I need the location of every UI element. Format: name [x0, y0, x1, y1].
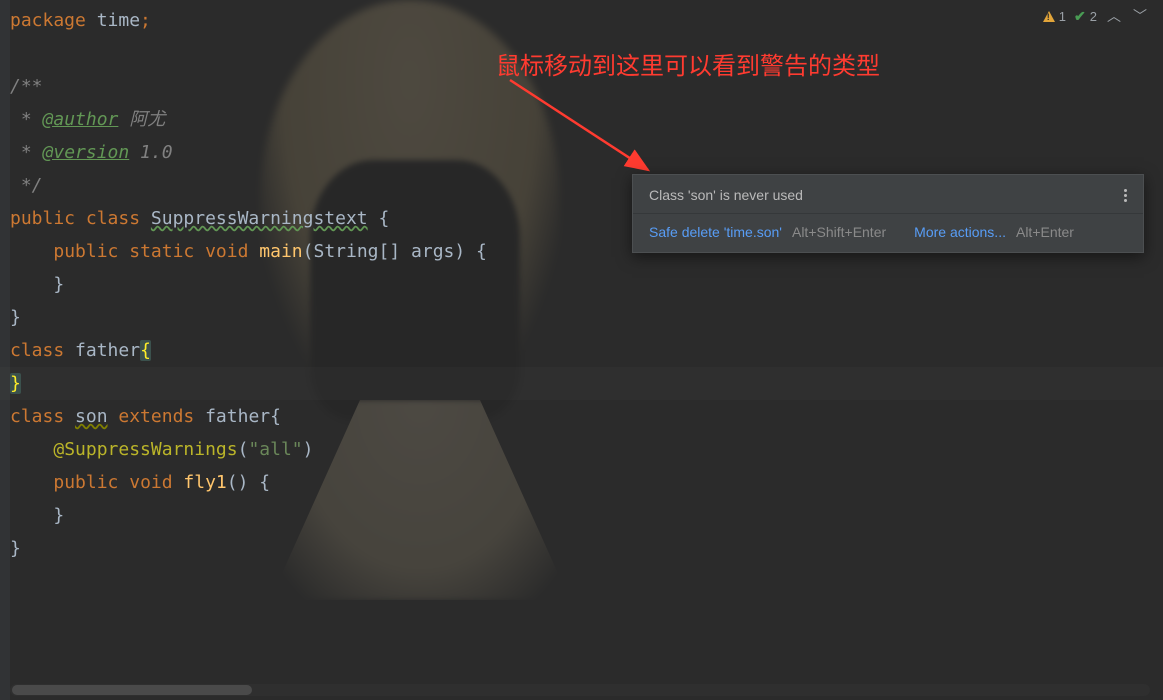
intention-popup: Class 'son' is never used Safe delete 't… — [632, 174, 1144, 253]
javadoc-star: * — [10, 142, 43, 163]
string-all: "all" — [248, 439, 302, 460]
javadoc-star: * — [10, 109, 43, 130]
annotation-arrow — [500, 74, 700, 184]
inspections-widget[interactable]: 1 ✔ 2 ︿ ﹀ — [1043, 6, 1149, 26]
javadoc-version-value: 1.0 — [129, 142, 172, 163]
popup-more-icon[interactable] — [1124, 189, 1127, 202]
keyword-package: package — [10, 10, 86, 31]
open-brace: { — [378, 208, 389, 229]
keyword-class: class — [10, 406, 75, 427]
type-string: String — [313, 241, 378, 262]
close-brace-line: } — [10, 505, 64, 526]
more-actions-shortcut: Alt+Enter — [1016, 224, 1074, 240]
keyword-public: public — [53, 241, 118, 262]
class-name-father: father — [75, 340, 140, 361]
javadoc-close: */ — [10, 175, 43, 196]
next-highlight-button[interactable]: ﹀ — [1131, 6, 1149, 26]
javadoc-author-value: 阿尤 — [118, 109, 165, 130]
editor-gutter — [0, 0, 10, 700]
safe-delete-action[interactable]: Safe delete 'time.son' — [649, 224, 782, 240]
class-name-son: son — [75, 406, 108, 427]
javadoc-author-tag: @author — [43, 109, 119, 130]
keyword-void: void — [194, 241, 259, 262]
class-name-main: SuppressWarningstext — [151, 208, 368, 229]
open-brace: { — [270, 406, 281, 427]
ok-indicator[interactable]: ✔ 2 — [1074, 8, 1097, 25]
warning-icon — [1043, 11, 1055, 22]
check-icon: ✔ — [1074, 8, 1086, 25]
semicolon: ; — [140, 10, 151, 31]
keyword-static: static — [118, 241, 194, 262]
javadoc-version-tag: @version — [43, 142, 130, 163]
keyword-class: class — [10, 340, 75, 361]
annotation-suppresswarnings: @SuppressWarnings — [53, 439, 237, 460]
warning-count: 1 — [1059, 9, 1066, 24]
method-fly1: fly1 — [183, 472, 226, 493]
annotation-callout-text: 鼠标移动到这里可以看到警告的类型 — [496, 46, 880, 81]
package-name: time — [86, 10, 140, 31]
prev-highlight-button[interactable]: ︿ — [1105, 6, 1123, 26]
code-editor[interactable]: package time; /** * @author 阿尤 * @versio… — [10, 4, 487, 565]
safe-delete-shortcut: Alt+Shift+Enter — [792, 224, 886, 240]
vertical-scrollbar[interactable] — [1151, 0, 1161, 680]
open-brace-matched: { — [140, 340, 151, 361]
keyword-public: public — [10, 208, 75, 229]
method-main: main — [259, 241, 302, 262]
keyword-extends: extends — [108, 406, 206, 427]
warnings-indicator[interactable]: 1 — [1043, 9, 1066, 24]
keyword-class: class — [75, 208, 151, 229]
horizontal-scrollbar-thumb[interactable] — [12, 685, 252, 695]
horizontal-scrollbar[interactable] — [10, 684, 1150, 696]
close-brace-line: } — [10, 274, 64, 295]
keyword-public: public — [53, 472, 118, 493]
ok-count: 2 — [1090, 9, 1097, 24]
close-brace: } — [10, 538, 21, 559]
close-brace-matched: } — [10, 373, 21, 394]
keyword-void: void — [118, 472, 183, 493]
more-actions-link[interactable]: More actions... — [914, 224, 1006, 240]
javadoc-open: /** — [10, 76, 43, 97]
superclass-father: father — [205, 406, 270, 427]
close-brace: } — [10, 307, 21, 328]
inspection-message: Class 'son' is never used — [649, 187, 803, 203]
